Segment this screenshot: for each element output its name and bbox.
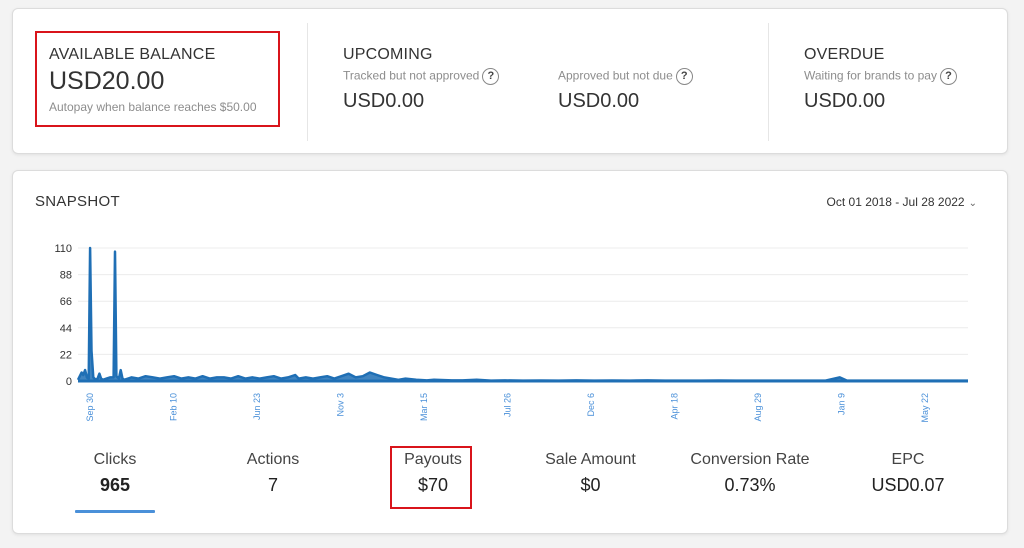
- y-tick-label: 22: [60, 349, 72, 361]
- stat-epc[interactable]: EPC USD0.07: [853, 451, 963, 496]
- stat-sale-amount[interactable]: Sale Amount $0: [523, 451, 658, 496]
- y-tick-label: 44: [60, 323, 72, 335]
- stat-conversion-rate[interactable]: Conversion Rate 0.73%: [675, 451, 825, 496]
- y-tick-label: 66: [60, 296, 72, 308]
- tracked-label: Tracked but not approved?: [343, 68, 500, 85]
- stat-label: Conversion Rate: [690, 451, 810, 468]
- approved-label: Approved but not due?: [558, 68, 693, 85]
- snapshot-card: SNAPSHOT Oct 01 2018 - Jul 28 2022 ⌄ 110 8…: [12, 170, 1008, 534]
- upcoming-title: UPCOMING: [343, 46, 433, 63]
- snapshot-chart: 110 88 66 44 22 0 Sep 30 Feb 10 Jun 23 Nov 3 Mar 1…: [54, 243, 968, 423]
- help-icon[interactable]: ?: [939, 68, 957, 85]
- stat-value: 0.73%: [724, 475, 776, 495]
- x-tick-label: Nov 3: [336, 393, 346, 417]
- x-tick-label: Jan 9: [837, 393, 847, 415]
- x-tick-label: Aug 29: [753, 393, 763, 422]
- stat-value: 7: [267, 475, 278, 495]
- x-tick-label: Dec 6: [586, 393, 596, 417]
- stat-value: $0: [580, 475, 601, 495]
- tracked-label-text: Tracked but not approved: [343, 68, 480, 83]
- overdue-label: Waiting for brands to pay?: [804, 68, 957, 85]
- help-icon[interactable]: ?: [675, 68, 693, 85]
- approved-amount: USD0.00: [558, 90, 640, 112]
- stat-value: USD0.07: [871, 475, 945, 495]
- x-tick-label: Apr 18: [670, 393, 680, 420]
- y-tick-label: 88: [60, 270, 72, 282]
- stat-actions[interactable]: Actions 7: [223, 451, 323, 496]
- stat-value: 965: [99, 475, 131, 495]
- stat-label: EPC: [891, 451, 925, 468]
- overdue-amount: USD0.00: [804, 90, 886, 112]
- tracked-amount: USD0.00: [343, 90, 425, 112]
- upcoming-section: UPCOMING Tracked but not approved? USD0.…: [308, 9, 768, 155]
- x-tick-label: May 22: [920, 393, 930, 423]
- x-tick-label: Feb 10: [169, 393, 179, 421]
- overdue-section: OVERDUE Waiting for brands to pay? USD0.…: [769, 9, 1009, 155]
- x-tick-label: Jul 26: [503, 393, 513, 417]
- y-tick-label: 110: [54, 243, 72, 255]
- y-tick-label: 0: [66, 376, 72, 388]
- series-line: [76, 246, 968, 382]
- help-icon[interactable]: ?: [482, 68, 500, 85]
- payouts-highlight: [390, 446, 472, 509]
- approved-label-text: Approved but not due: [558, 68, 673, 83]
- stat-label: Clicks: [93, 451, 137, 468]
- x-tick-label: Sep 30: [85, 393, 95, 422]
- x-tick-label: Mar 15: [419, 393, 429, 421]
- overdue-title: OVERDUE: [804, 46, 885, 63]
- series-area: [78, 248, 968, 381]
- available-balance-highlight: [35, 31, 280, 127]
- active-tab-underline: [75, 510, 155, 513]
- overdue-label-text: Waiting for brands to pay: [804, 68, 937, 83]
- balance-card: AVAILABLE BALANCE USD20.00 Autopay when …: [12, 8, 1008, 154]
- stat-label: Sale Amount: [545, 451, 636, 468]
- stat-label: Actions: [246, 451, 300, 468]
- stat-clicks[interactable]: Clicks 965: [65, 451, 165, 496]
- x-tick-label: Jun 23: [252, 393, 262, 420]
